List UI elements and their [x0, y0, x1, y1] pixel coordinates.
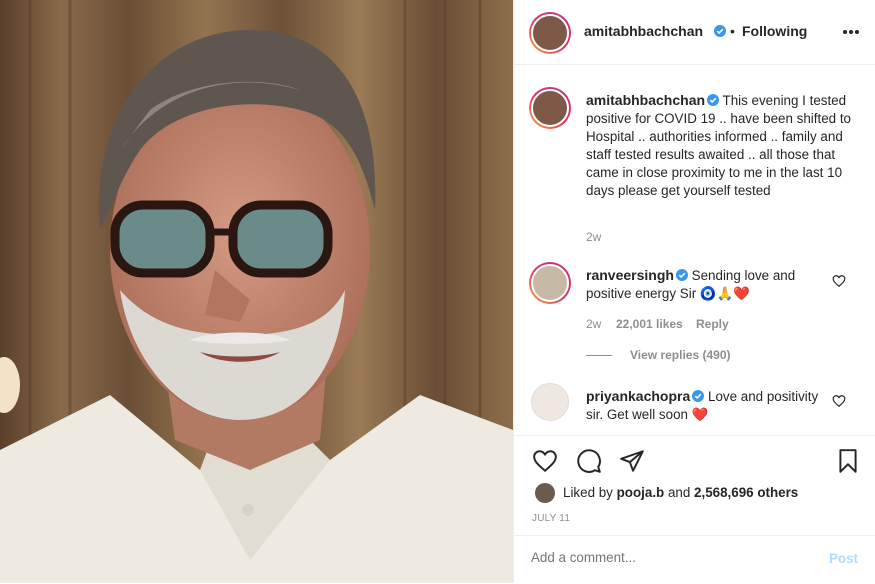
caption-username[interactable]: amitabhbachchan — [586, 92, 705, 108]
like-comment-heart-icon[interactable] — [832, 274, 846, 288]
post-sidebar: amitabhbachchan • Following amitabhbachc… — [513, 0, 875, 583]
verified-badge-icon — [714, 25, 726, 37]
liker-username[interactable]: pooja.b — [617, 485, 665, 500]
post-header: amitabhbachchan • Following — [514, 0, 875, 65]
verified-badge-icon — [692, 390, 705, 402]
post-photo[interactable] — [0, 0, 513, 583]
caption-author-avatar[interactable] — [529, 87, 571, 129]
comments-section: amitabhbachchan This evening I tested po… — [514, 65, 875, 435]
likes-summary: Liked by pooja.b and 2,568,696 others — [563, 485, 798, 500]
verified-badge-icon — [675, 269, 688, 281]
share-paper-plane-icon[interactable] — [618, 448, 646, 474]
caption-text: This evening I tested positive for COVID… — [586, 93, 851, 198]
liker-avatar[interactable] — [535, 483, 555, 503]
author-username[interactable]: amitabhbachchan — [584, 23, 703, 39]
post-date[interactable]: JULY 11 — [532, 513, 570, 524]
comment-like-count[interactable]: 22,001 likes — [616, 317, 683, 331]
likes-joiner: and — [667, 485, 691, 500]
bullet-separator: • — [730, 23, 735, 39]
like-heart-icon[interactable] — [531, 448, 559, 474]
add-comment-bar: Post — [514, 535, 875, 584]
portrait-image — [0, 0, 513, 583]
comment-avatar-priyankachopra[interactable] — [531, 383, 569, 421]
caption-timestamp: 2w — [586, 230, 602, 244]
comment-username[interactable]: priyankachopra — [586, 388, 690, 404]
save-bookmark-icon[interactable] — [835, 448, 861, 474]
comment-priyankachopra: priyankachopra Love and positivity sir. … — [586, 387, 826, 424]
reply-button[interactable]: Reply — [696, 317, 729, 331]
more-options-icon[interactable] — [842, 29, 860, 35]
comment-ranveersingh: ranveersingh Sending love and positive e… — [586, 266, 826, 303]
comment-emoji: ❤️ — [691, 407, 709, 422]
likes-prefix: Liked by — [563, 485, 613, 500]
follow-status-button[interactable]: Following — [742, 23, 807, 39]
post-comment-button[interactable]: Post — [829, 551, 858, 566]
comment-bubble-icon[interactable] — [575, 448, 603, 474]
like-comment-heart-icon[interactable] — [832, 394, 846, 408]
comment-avatar-ranveersingh[interactable] — [529, 262, 571, 304]
replies-divider — [586, 355, 612, 356]
caption: amitabhbachchan This evening I tested po… — [586, 91, 856, 200]
comment-timestamp: 2w — [586, 317, 602, 331]
view-replies-button[interactable]: View replies (490) — [630, 348, 731, 362]
post-actions: Liked by pooja.b and 2,568,696 others JU… — [514, 435, 875, 536]
author-avatar[interactable] — [529, 12, 571, 54]
likes-count[interactable]: 2,568,696 others — [694, 485, 798, 500]
comment-emoji: 🧿🙏❤️ — [699, 286, 750, 301]
comment-input[interactable] — [531, 550, 801, 565]
comment-username[interactable]: ranveersingh — [586, 267, 674, 283]
verified-badge-icon — [707, 94, 720, 106]
